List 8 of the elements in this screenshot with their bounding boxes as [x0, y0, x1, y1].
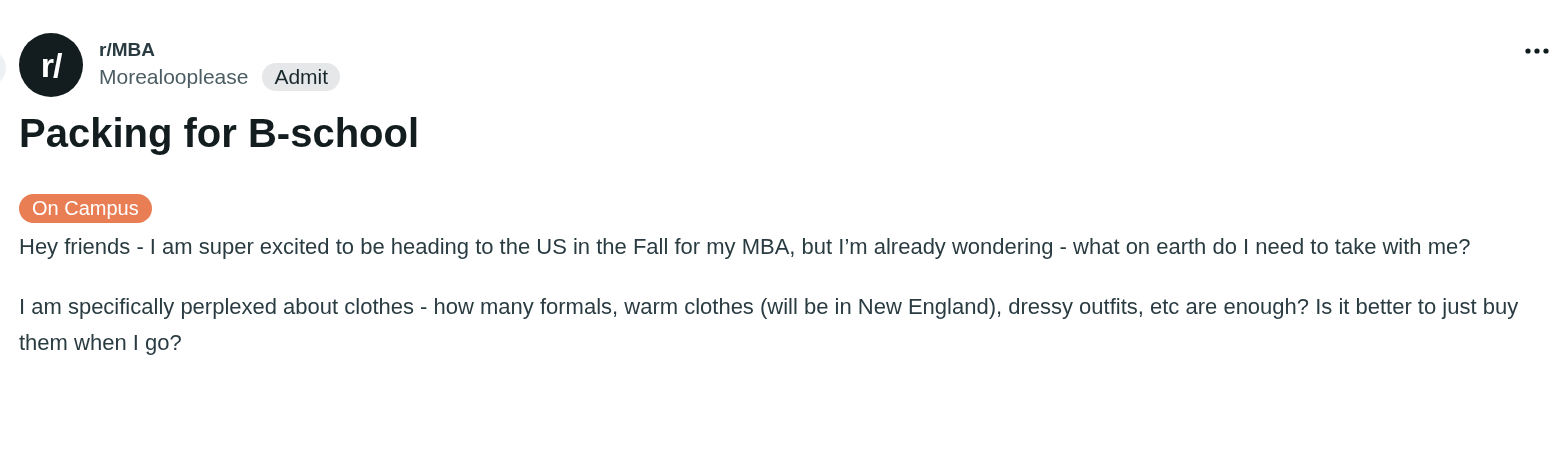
author-name[interactable]: Morealooplease — [99, 65, 249, 89]
post-paragraph: I am specifically perplexed about clothes - how many formals, warm clothes (will be in New England), dressy outfits, etc are enough? Is it better to just buy them when I go? — [19, 293, 1520, 357]
subreddit-name[interactable]: r/MBA — [99, 39, 155, 61]
more-options-icon[interactable] — [1525, 48, 1549, 54]
post-paragraph: Hey friends - I am super excited to be heading to the US in the Fall for my MBA, but I’m already wondering - what on earth do I need to take with me? — [19, 233, 1472, 261]
user-flair: Admit — [262, 63, 341, 91]
post-title: Packing for B-school — [19, 111, 421, 156]
subreddit-avatar[interactable]: r/ — [19, 33, 83, 97]
